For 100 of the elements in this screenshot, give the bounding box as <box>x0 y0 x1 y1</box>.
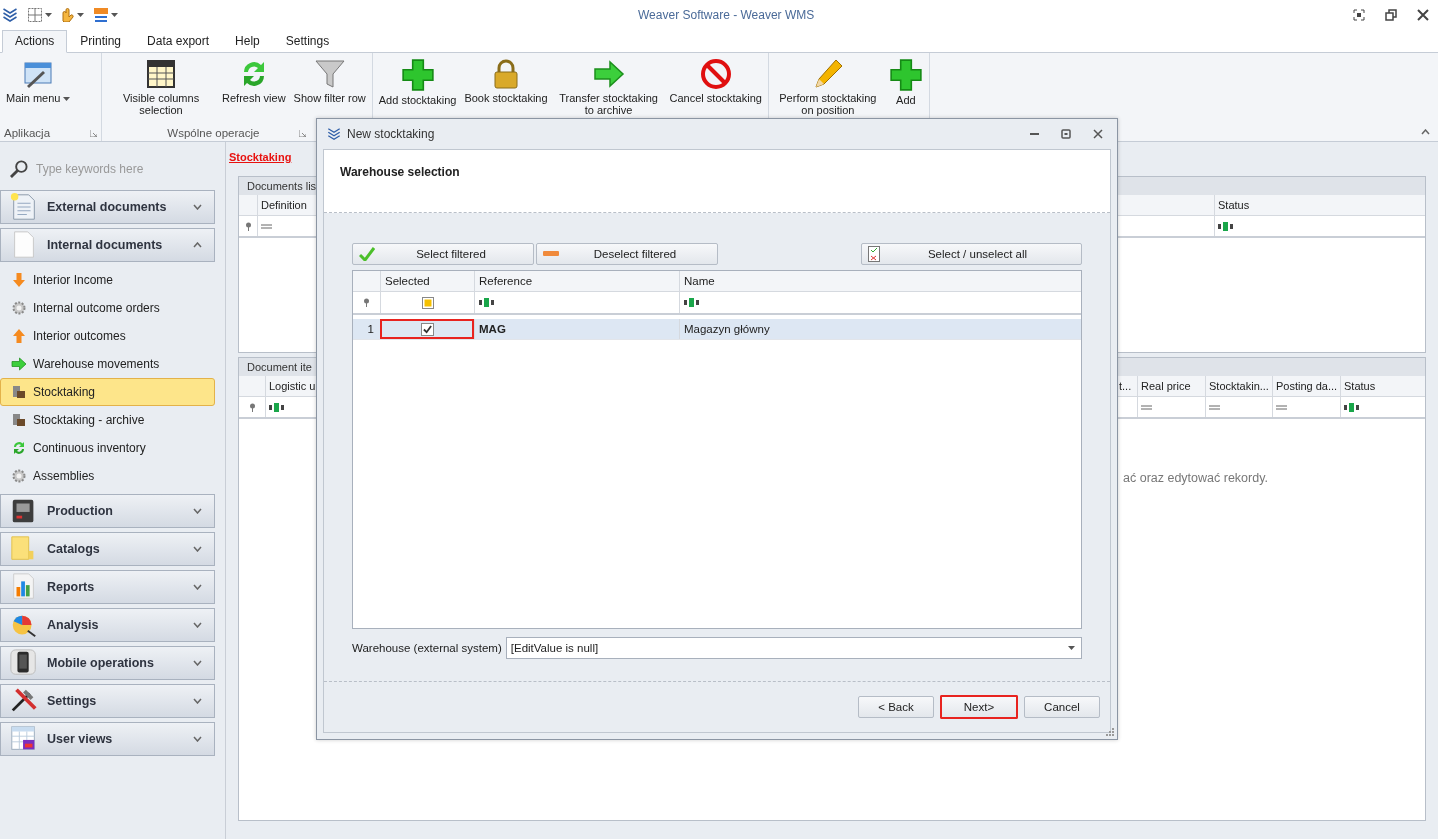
chevron-down-icon <box>193 736 202 742</box>
chevron-up-icon <box>193 242 202 248</box>
wizard-heading: Warehouse selection <box>340 165 460 181</box>
ribbon-button[interactable]: Add <box>886 57 925 141</box>
ribbon-button[interactable]: Visible columns selection <box>106 57 217 125</box>
nav-item[interactable]: Internal outcome orders <box>0 294 215 322</box>
checkbox[interactable] <box>421 322 434 336</box>
wizard-button[interactable]: < Back <box>858 696 934 718</box>
action-button[interactable]: Select filtered <box>352 243 534 265</box>
chevron-down-icon <box>193 204 202 210</box>
ribbon-button[interactable]: Transfer stocktaking to archive <box>553 57 664 141</box>
column-header[interactable]: Name <box>679 271 1081 291</box>
wizard-button[interactable]: Next> <box>940 695 1018 719</box>
nav-group[interactable]: Catalogs <box>0 532 215 566</box>
caret-icon <box>63 97 71 102</box>
window-title: Weaver Software - Weaver WMS <box>637 8 816 22</box>
checkmark-icon <box>423 324 432 334</box>
nav-item[interactable]: Stocktaking - archive <box>0 406 215 434</box>
warehouse-dropdown[interactable]: [EditValue is null] <box>505 637 1082 659</box>
nav-group[interactable]: Reports <box>0 570 215 604</box>
nav-item[interactable]: Continuous inventory <box>0 434 215 462</box>
nav-group[interactable]: External documents <box>0 190 215 224</box>
nav-item[interactable]: Interior outcomes <box>0 322 215 350</box>
ribbon-button[interactable]: Cancel stocktaking <box>667 57 764 141</box>
chevron-down-icon <box>193 546 202 552</box>
search-field[interactable]: Type keywords here <box>34 161 208 177</box>
column-header[interactable]: Posting da... <box>1272 376 1340 396</box>
text-filter-icon <box>1218 221 1233 231</box>
layout-button[interactable] <box>28 8 52 22</box>
nav-group[interactable]: Analysis <box>0 608 215 642</box>
arrow-up-icon <box>11 328 27 344</box>
ribbon-tab[interactable]: Actions <box>2 30 68 53</box>
column-header[interactable]: Stocktakin... <box>1205 376 1272 396</box>
hand-icon <box>62 8 74 22</box>
ribbon-button[interactable]: Perform stocktaking on position <box>772 57 883 141</box>
ribbon-button[interactable]: Book stocktaking <box>462 57 550 141</box>
column-header[interactable]: Status <box>1214 195 1425 215</box>
nav-group[interactable]: Settings <box>0 684 215 718</box>
dialog-title: New stocktaking <box>347 127 435 141</box>
group-label: Wspólne operacje <box>167 127 260 139</box>
nav-item[interactable]: Stocktaking <box>0 378 215 406</box>
breadcrumb-link[interactable]: Stocktaking <box>229 151 292 163</box>
nav-group[interactable]: Internal documents <box>0 228 215 262</box>
equals-icon <box>1141 404 1152 410</box>
arrow-right-icon <box>592 58 625 90</box>
ribbon-tab[interactable]: Printing <box>67 30 135 53</box>
nav-group[interactable]: User views <box>0 722 215 756</box>
fullscreen-icon <box>1353 9 1365 21</box>
column-header[interactable]: Status <box>1340 376 1425 396</box>
empty-message: ać oraz edytować rekordy. <box>1123 470 1269 487</box>
pin-icon <box>244 221 252 231</box>
layout-icon <box>28 8 42 22</box>
nav-group[interactable]: Mobile operations <box>0 646 215 680</box>
row-number: 1 <box>366 322 375 337</box>
hand-button[interactable] <box>62 8 84 22</box>
nav-item[interactable]: Warehouse movements <box>0 350 215 378</box>
group-title: Documents lis <box>247 180 317 192</box>
nav-item[interactable]: Assemblies <box>0 462 215 490</box>
plus-icon <box>888 58 923 92</box>
nav-group[interactable]: Production <box>0 494 215 528</box>
refresh-icon <box>11 440 27 456</box>
ribbon-button[interactable]: Refresh view <box>220 57 288 125</box>
ribbon-tab[interactable]: Data export <box>134 30 223 53</box>
ribbon-tab[interactable]: Help <box>222 30 273 53</box>
gear-icon <box>11 300 27 316</box>
nav-item[interactable]: Interior Income <box>0 266 215 294</box>
fullscreen-button[interactable] <box>1350 6 1368 24</box>
action-button[interactable]: Select / unselect all <box>861 243 1082 265</box>
column-header[interactable]: Selected <box>380 271 474 291</box>
arrow-right-icon <box>11 356 27 372</box>
chevron-down-icon <box>193 584 202 590</box>
chevron-down-icon <box>193 508 202 514</box>
wizard-button[interactable]: Cancel <box>1024 696 1100 718</box>
chevron-down-icon <box>193 660 202 666</box>
app-logo[interactable] <box>2 7 18 23</box>
column-header[interactable]: Reference <box>474 271 679 291</box>
restore-button[interactable] <box>1382 6 1400 24</box>
equals-icon <box>1276 404 1287 410</box>
close-icon <box>1417 9 1429 21</box>
action-button[interactable]: Deselect filtered <box>536 243 718 265</box>
chevrons-icon <box>327 127 341 141</box>
pin-icon <box>248 402 256 412</box>
text-filter-icon <box>269 402 284 412</box>
table-cell: MAG <box>474 319 679 339</box>
group-label: Aplikacja <box>4 127 51 139</box>
ribbon-button[interactable]: Show filter row <box>291 57 368 125</box>
text-filter-icon <box>684 298 699 307</box>
restore-icon <box>1061 129 1071 139</box>
field-label: Warehouse (external system) <box>352 642 502 654</box>
ribbon-tab[interactable]: Settings <box>272 30 343 53</box>
caret-icon <box>45 13 52 17</box>
ribbon-button[interactable]: Main menu <box>4 57 73 125</box>
box-icon <box>11 412 27 428</box>
checklist-icon <box>868 246 880 262</box>
equals-icon <box>261 223 272 229</box>
caret-icon <box>111 13 118 17</box>
column-header[interactable]: Real price <box>1137 376 1205 396</box>
launcher-icon <box>299 129 307 137</box>
search-icon <box>10 160 28 178</box>
table-icon <box>145 58 178 90</box>
